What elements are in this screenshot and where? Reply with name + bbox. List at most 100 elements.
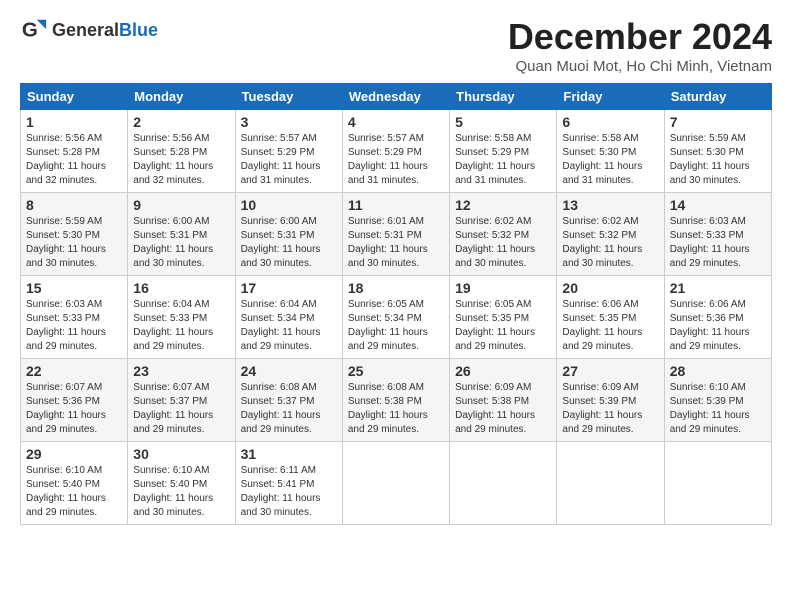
calendar-cell: [342, 442, 449, 525]
day-number: 6: [562, 114, 658, 130]
day-info: Sunrise: 6:07 AMSunset: 5:36 PMDaylight:…: [26, 381, 122, 437]
calendar-cell: 13Sunrise: 6:02 AMSunset: 5:32 PMDayligh…: [557, 193, 664, 276]
calendar-cell: 2 Sunrise: 5:56 AMSunset: 5:28 PMDaylight…: [128, 110, 235, 193]
day-info: Sunrise: 6:06 AMSunset: 5:35 PMDaylight:…: [562, 298, 658, 354]
calendar-cell: 22 Sunrise: 6:07 AMSunset: 5:36 PMDayligh…: [21, 359, 128, 442]
day-number: 30: [133, 446, 229, 462]
calendar-cell: 1Sunrise: 5:56 AMSunset: 5:28 PMDaylight…: [21, 110, 128, 193]
calendar-week-row: 22 Sunrise: 6:07 AMSunset: 5:36 PMDayligh…: [21, 359, 772, 442]
calendar-cell: 16 Sunrise: 6:04 AMSunset: 5:33 PMDayligh…: [128, 276, 235, 359]
calendar-cell: 6 Sunrise: 5:58 AMSunset: 5:30 PMDaylight…: [557, 110, 664, 193]
calendar-cell: 15 Sunrise: 6:03 AMSunset: 5:33 PMDayligh…: [21, 276, 128, 359]
day-info: Sunrise: 6:04 AMSunset: 5:34 PMDaylight:…: [241, 298, 337, 354]
day-info: Sunrise: 6:03 AMSunset: 5:33 PMDaylight:…: [26, 298, 122, 354]
col-tuesday: Tuesday: [235, 84, 342, 110]
calendar-cell: 17 Sunrise: 6:04 AMSunset: 5:34 PMDayligh…: [235, 276, 342, 359]
calendar-week-row: 8 Sunrise: 5:59 AMSunset: 5:30 PMDaylight…: [21, 193, 772, 276]
day-info: Sunrise: 5:58 AMSunset: 5:30 PMDaylight:…: [562, 132, 658, 188]
day-info: Sunrise: 6:09 AMSunset: 5:39 PMDaylight:…: [562, 381, 658, 437]
col-monday: Monday: [128, 84, 235, 110]
day-number: 17: [241, 280, 337, 296]
day-number: 1: [26, 114, 122, 130]
day-number: 24: [241, 363, 337, 379]
day-info: Sunrise: 6:00 AMSunset: 5:31 PMDaylight:…: [133, 215, 229, 271]
calendar-cell: 19 Sunrise: 6:05 AMSunset: 5:35 PMDayligh…: [450, 276, 557, 359]
calendar-cell: [557, 442, 664, 525]
day-number: 5: [455, 114, 551, 130]
calendar-cell: 27 Sunrise: 6:09 AMSunset: 5:39 PMDayligh…: [557, 359, 664, 442]
day-info: Sunrise: 6:08 AMSunset: 5:37 PMDaylight:…: [241, 381, 337, 437]
calendar-cell: 11Sunrise: 6:01 AMSunset: 5:31 PMDayligh…: [342, 193, 449, 276]
logo: G GeneralBlue: [20, 16, 158, 44]
day-number: 25: [348, 363, 444, 379]
day-info: Sunrise: 6:04 AMSunset: 5:33 PMDaylight:…: [133, 298, 229, 354]
logo-icon: G: [20, 16, 48, 44]
col-wednesday: Wednesday: [342, 84, 449, 110]
page-header: G GeneralBlue December 2024 Quan Muoi Mo…: [20, 16, 772, 75]
day-number: 3: [241, 114, 337, 130]
col-saturday: Saturday: [664, 84, 771, 110]
day-info: Sunrise: 6:09 AMSunset: 5:38 PMDaylight:…: [455, 381, 551, 437]
day-number: 2: [133, 114, 229, 130]
day-info: Sunrise: 5:59 AMSunset: 5:30 PMDaylight:…: [26, 215, 122, 271]
day-info: Sunrise: 6:05 AMSunset: 5:35 PMDaylight:…: [455, 298, 551, 354]
day-info: Sunrise: 5:56 AMSunset: 5:28 PMDaylight:…: [133, 132, 229, 188]
month-title: December 2024: [508, 16, 772, 58]
calendar-table: Sunday Monday Tuesday Wednesday Thursday…: [20, 83, 772, 525]
day-info: Sunrise: 6:10 AMSunset: 5:40 PMDaylight:…: [133, 464, 229, 520]
calendar-cell: [664, 442, 771, 525]
calendar-cell: 5 Sunrise: 5:58 AMSunset: 5:29 PMDaylight…: [450, 110, 557, 193]
calendar-cell: 25Sunrise: 6:08 AMSunset: 5:38 PMDayligh…: [342, 359, 449, 442]
calendar-cell: 9Sunrise: 6:00 AMSunset: 5:31 PMDaylight…: [128, 193, 235, 276]
col-thursday: Thursday: [450, 84, 557, 110]
day-info: Sunrise: 6:02 AMSunset: 5:32 PMDaylight:…: [455, 215, 551, 271]
day-info: Sunrise: 6:06 AMSunset: 5:36 PMDaylight:…: [670, 298, 766, 354]
svg-text:G: G: [22, 19, 38, 42]
day-number: 23: [133, 363, 229, 379]
calendar-cell: 12 Sunrise: 6:02 AMSunset: 5:32 PMDayligh…: [450, 193, 557, 276]
day-info: Sunrise: 6:10 AMSunset: 5:40 PMDaylight:…: [26, 464, 122, 520]
day-number: 28: [670, 363, 766, 379]
day-info: Sunrise: 6:07 AMSunset: 5:37 PMDaylight:…: [133, 381, 229, 437]
logo-general: General: [52, 20, 119, 40]
day-number: 16: [133, 280, 229, 296]
calendar-cell: 3Sunrise: 5:57 AMSunset: 5:29 PMDaylight…: [235, 110, 342, 193]
day-number: 20: [562, 280, 658, 296]
location-title: Quan Muoi Mot, Ho Chi Minh, Vietnam: [508, 58, 772, 75]
day-number: 31: [241, 446, 337, 462]
calendar-cell: [450, 442, 557, 525]
day-number: 29: [26, 446, 122, 462]
day-info: Sunrise: 5:57 AMSunset: 5:29 PMDaylight:…: [348, 132, 444, 188]
calendar-cell: 14Sunrise: 6:03 AMSunset: 5:33 PMDayligh…: [664, 193, 771, 276]
calendar-cell: 29 Sunrise: 6:10 AMSunset: 5:40 PMDayligh…: [21, 442, 128, 525]
day-info: Sunrise: 5:58 AMSunset: 5:29 PMDaylight:…: [455, 132, 551, 188]
day-number: 8: [26, 197, 122, 213]
calendar-cell: 23 Sunrise: 6:07 AMSunset: 5:37 PMDayligh…: [128, 359, 235, 442]
day-number: 15: [26, 280, 122, 296]
day-number: 7: [670, 114, 766, 130]
calendar-cell: 7 Sunrise: 5:59 AMSunset: 5:30 PMDaylight…: [664, 110, 771, 193]
day-info: Sunrise: 6:10 AMSunset: 5:39 PMDaylight:…: [670, 381, 766, 437]
day-number: 26: [455, 363, 551, 379]
calendar-week-row: 29 Sunrise: 6:10 AMSunset: 5:40 PMDayligh…: [21, 442, 772, 525]
col-friday: Friday: [557, 84, 664, 110]
calendar-cell: 4Sunrise: 5:57 AMSunset: 5:29 PMDaylight…: [342, 110, 449, 193]
day-number: 22: [26, 363, 122, 379]
day-number: 10: [241, 197, 337, 213]
calendar-cell: 24 Sunrise: 6:08 AMSunset: 5:37 PMDayligh…: [235, 359, 342, 442]
day-number: 12: [455, 197, 551, 213]
calendar-cell: 10 Sunrise: 6:00 AMSunset: 5:31 PMDayligh…: [235, 193, 342, 276]
day-info: Sunrise: 6:00 AMSunset: 5:31 PMDaylight:…: [241, 215, 337, 271]
calendar-cell: 8 Sunrise: 5:59 AMSunset: 5:30 PMDaylight…: [21, 193, 128, 276]
calendar-cell: 18Sunrise: 6:05 AMSunset: 5:34 PMDayligh…: [342, 276, 449, 359]
calendar-cell: 26 Sunrise: 6:09 AMSunset: 5:38 PMDayligh…: [450, 359, 557, 442]
calendar-title-section: December 2024 Quan Muoi Mot, Ho Chi Minh…: [508, 16, 772, 75]
day-info: Sunrise: 6:03 AMSunset: 5:33 PMDaylight:…: [670, 215, 766, 271]
calendar-week-row: 1 Sunrise: 5:56 AMSunset: 5:28 PMDaylight…: [21, 110, 772, 193]
day-info: Sunrise: 6:05 AMSunset: 5:34 PMDaylight:…: [348, 298, 444, 354]
calendar-cell: 31 Sunrise: 6:11 AMSunset: 5:41 PMDayligh…: [235, 442, 342, 525]
day-info: Sunrise: 6:11 AMSunset: 5:41 PMDaylight:…: [241, 464, 337, 520]
day-number: 19: [455, 280, 551, 296]
day-info: Sunrise: 5:59 AMSunset: 5:30 PMDaylight:…: [670, 132, 766, 188]
day-number: 27: [562, 363, 658, 379]
